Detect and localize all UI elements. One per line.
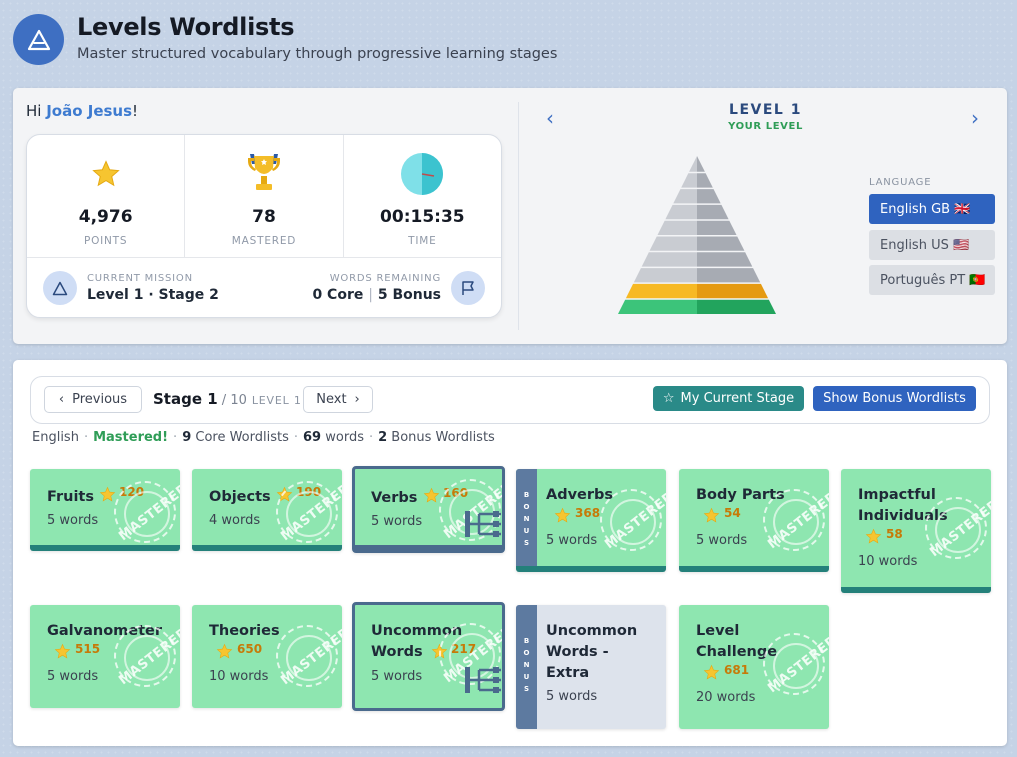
language-option-en-us[interactable]: English US 🇺🇸 (869, 230, 995, 260)
points-value: 4,976 (78, 207, 133, 227)
page-subtitle: Master structured vocabulary through pro… (77, 46, 558, 62)
wordlist-tile-adverbs[interactable]: BONUS Adverbs 368 5 words MASTERED (516, 469, 666, 572)
pyramid-layer-right (697, 236, 745, 251)
language-label: LANGUAGE (869, 177, 932, 188)
mission-value: Level 1 · Stage 2 (87, 287, 219, 303)
language-option-pt-pt[interactable]: Português PT 🇵🇹 (869, 265, 995, 295)
time-stat: 00:15:35 TIME (344, 135, 501, 257)
wordlist-tile-level-challenge[interactable]: Level Challenge 681 20 words MASTERED (679, 605, 829, 729)
show-bonus-wordlists-button[interactable]: Show Bonus Wordlists (813, 386, 976, 411)
branch-tree-icon (465, 667, 501, 693)
flag-icon[interactable] (451, 271, 485, 305)
star-icon (216, 643, 233, 659)
pyramid-layer-right (697, 220, 737, 235)
my-current-stage-button[interactable]: ☆ My Current Stage (653, 386, 804, 411)
clock-icon (400, 149, 444, 199)
stage-toolbar: ‹ Previous Stage 1 / 10 LEVEL 1 Next › ☆ My … (30, 376, 990, 424)
wordlist-tile-body-parts[interactable]: Body Parts 54 5 words MASTERED (679, 469, 829, 572)
wordlist-tile-uncommon-words-extra[interactable]: BONUS Uncommon Words - Extra 5 words (516, 605, 666, 729)
progress-card: Hi João Jesus! 4,976 POINTS 78 MASTERED … (13, 88, 1007, 344)
time-label: TIME (408, 235, 437, 247)
star-outline-icon: ☆ (662, 391, 675, 406)
mastered-label: MASTERED (231, 235, 297, 247)
wordlist-tile-galvanometer[interactable]: Galvanometer 515 5 words MASTERED (30, 605, 180, 708)
pyramid-layer-left (665, 204, 697, 220)
star-icon (703, 664, 720, 680)
mastered-status: Mastered! (93, 430, 169, 445)
points-stat: 4,976 POINTS (27, 135, 186, 257)
level-subtitle: YOUR LEVEL (728, 121, 803, 132)
pyramid-layer-right (697, 268, 761, 283)
chevron-right-icon: › (354, 392, 360, 407)
star-icon (423, 487, 440, 503)
mastered-value: 78 (252, 207, 276, 227)
level-prev-button[interactable]: ‹ (546, 106, 554, 130)
pyramid-layer-left (673, 189, 697, 204)
star-icon (99, 486, 116, 502)
pyramid-layer-left (618, 299, 697, 314)
level-pyramid (618, 156, 776, 314)
triangle-logo-icon (13, 14, 64, 65)
remaining-value: 0 Core | 5 Bonus (312, 287, 441, 303)
points-label: POINTS (83, 235, 128, 247)
pyramid-layer-right (697, 173, 713, 188)
branch-tree-icon (465, 511, 501, 537)
stage-info-line: English · Mastered! · 9 Core Wordlists · 69 wo… (32, 430, 495, 445)
star-icon (703, 507, 720, 523)
previous-stage-button[interactable]: ‹ Previous (44, 386, 142, 413)
wordlist-tile-theories[interactable]: Theories 650 10 words MASTERED (192, 605, 342, 708)
star-icon (554, 507, 571, 523)
vertical-divider (518, 102, 519, 330)
wordlist-tile-verbs[interactable]: Verbs 160 5 words MASTERED (352, 466, 505, 553)
wordlist-tile-fruits[interactable]: Fruits 120 5 words MASTERED (30, 469, 180, 551)
page-header: Levels Wordlists Master structured vocab… (13, 12, 557, 65)
remaining-label: WORDS REMAINING (329, 273, 441, 284)
star-icon (865, 528, 882, 544)
pyramid-layer-left (689, 156, 697, 172)
pyramid-layer-right (697, 204, 729, 220)
bonus-strip: BONUS (516, 469, 537, 566)
wordlist-tile-uncommon-words[interactable]: Uncommon Words 217 5 words MASTERED (352, 602, 505, 711)
trophy-icon (242, 149, 286, 199)
pyramid-layer-left (681, 173, 697, 188)
time-value: 00:15:35 (380, 207, 465, 227)
next-stage-button[interactable]: Next › (303, 386, 373, 413)
star-icon (91, 149, 121, 199)
star-icon (54, 643, 71, 659)
level-title: LEVEL 1 (729, 102, 802, 118)
pyramid-layer-right (697, 189, 721, 204)
pyramid-layer-left (649, 236, 697, 251)
pyramid-layer-right (697, 299, 776, 314)
greeting: Hi João Jesus! (26, 102, 139, 120)
stage-indicator: Stage 1 / 10 LEVEL 1 (153, 390, 302, 408)
user-name[interactable]: João Jesus (46, 102, 132, 120)
pyramid-layer-left (625, 283, 697, 299)
pyramid-layer-right (697, 252, 753, 267)
pyramid-layer-left (657, 220, 697, 235)
chevron-left-icon: ‹ (58, 392, 65, 407)
language-option-en-gb[interactable]: English GB 🇬🇧 (869, 194, 995, 224)
mission-triangle-icon (43, 271, 77, 305)
pyramid-layer-right (697, 283, 769, 299)
page-title: Levels Wordlists (77, 13, 295, 41)
wordlist-tile-objects[interactable]: Objects 190 4 words MASTERED (192, 469, 342, 551)
level-next-button[interactable]: › (971, 106, 979, 130)
wordlists-card: ‹ Previous Stage 1 / 10 LEVEL 1 Next › ☆ My … (13, 360, 1007, 746)
stats-panel: 4,976 POINTS 78 MASTERED 00:15:35 TIME C… (26, 134, 502, 318)
bonus-strip: BONUS (516, 605, 537, 729)
wordlist-tile-impactful-individuals[interactable]: Impactful Individuals 58 10 words MASTER… (841, 469, 991, 593)
mission-label: CURRENT MISSION (87, 273, 193, 284)
mastered-stat: 78 MASTERED (185, 135, 344, 257)
pyramid-layer-left (633, 268, 697, 283)
pyramid-layer-right (697, 156, 705, 172)
pyramid-layer-left (641, 252, 697, 267)
